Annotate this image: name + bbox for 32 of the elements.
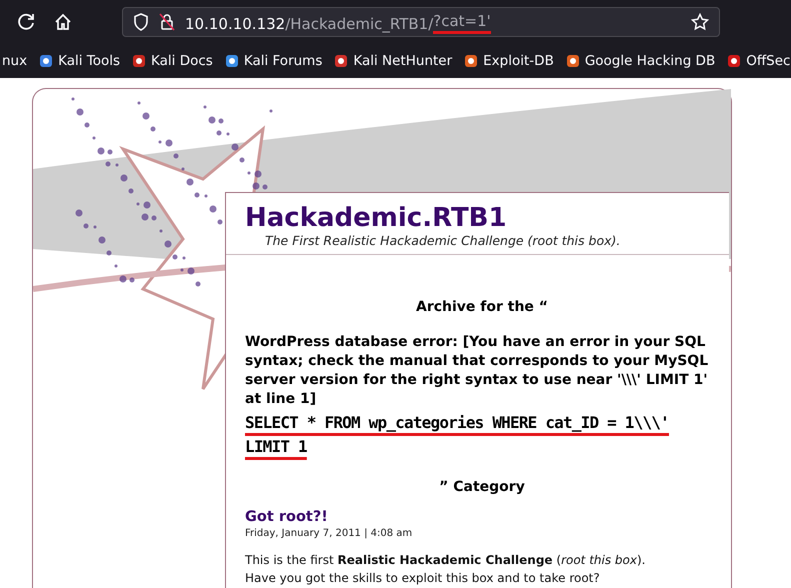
blog-tagline: The First Realistic Hackademic Challenge (root this box). [265, 233, 622, 248]
bookmark-link[interactable]: Exploit-DB [463, 53, 554, 69]
bookmark-link[interactable]: Kali Tools [38, 53, 120, 69]
insecure-lock-icon [159, 13, 175, 31]
sql-query-text: SELECT * FROM wp_categories WHERE cat_ID = 1\\\' LIMIT 1 [245, 412, 670, 458]
database-error-text: WordPress database error: [You have an error in your SQL syntax; check the manual that corresponds to your MySQL server version for the right syntax to use near '\\\' LIMIT 1' at line 1] [245, 333, 710, 409]
address-bar[interactable]: 10.10.10.132/Hackademic_RTB1/?cat=1' [122, 7, 720, 37]
post-text: Have you got the skills to exploit this box and to take root? [245, 570, 601, 587]
bookmark-icon [333, 53, 350, 69]
bookmark-icon [38, 53, 54, 69]
archive-heading: Archive for the “ [414, 299, 549, 315]
bookmark-icon [564, 53, 581, 69]
bookmark-link[interactable]: OffSec [726, 53, 790, 69]
reload-icon [18, 13, 36, 31]
post-text: This is the first Realistic Hackademic Challenge (root this box). [245, 552, 646, 569]
bookmark-link[interactable]: Google Hacking DB [564, 53, 716, 69]
category-heading: ” Category [438, 479, 526, 495]
bookmark-icon [224, 53, 240, 69]
blog-title: Hackademic.RTB1 [245, 203, 508, 233]
bookmark-link[interactable]: Kali NetHunter [333, 53, 452, 69]
bookmark-icon [463, 53, 480, 69]
bookmark-link[interactable]: Kali Forums [224, 53, 322, 69]
shield-icon [133, 13, 149, 31]
star-icon[interactable] [691, 13, 709, 31]
bookmark-link[interactable]: Kali Docs [131, 53, 213, 69]
bookmark-icon [131, 53, 148, 69]
post-title-link[interactable]: Got root?! [245, 509, 719, 525]
home-icon [54, 13, 72, 31]
url-text: 10.10.10.132/Hackademic_RTB1/?cat=1' [185, 10, 491, 34]
bookmark-link[interactable]: nux [2, 53, 28, 69]
bookmark-icon [726, 53, 742, 69]
post-date: Friday, January 7, 2011 | 4:08 am [245, 528, 414, 539]
